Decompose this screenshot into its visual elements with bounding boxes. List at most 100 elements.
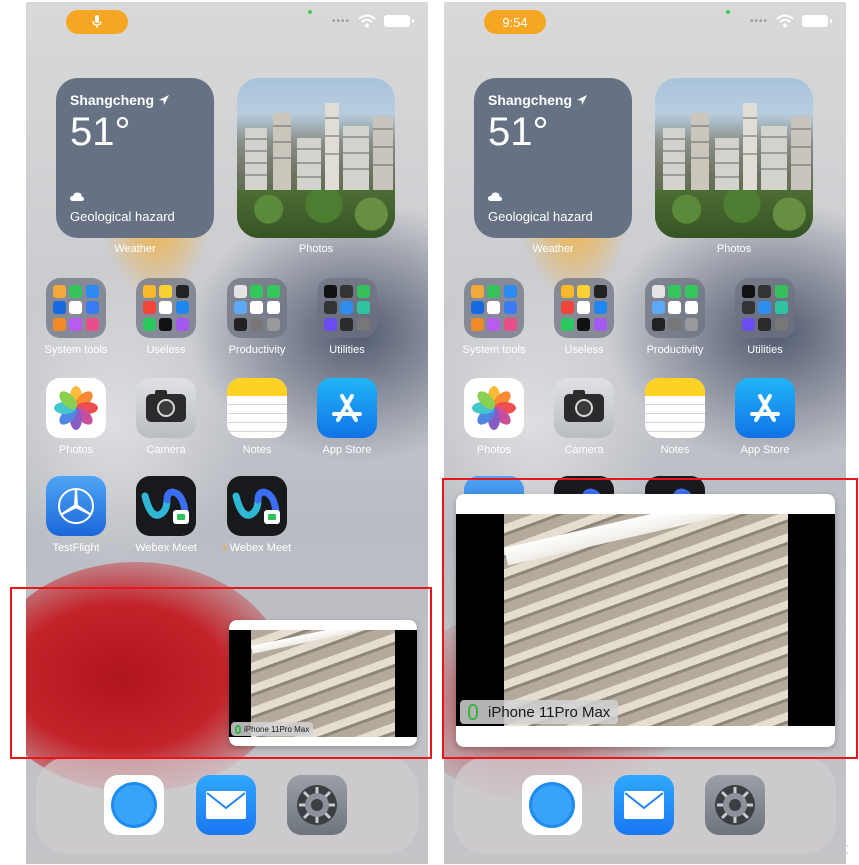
camera-in-use-indicator — [726, 10, 730, 14]
app-webex-meet[interactable]: Webex Meet — [127, 476, 205, 554]
folder-label: Useless — [146, 344, 186, 356]
photos-widget[interactable] — [655, 78, 813, 238]
microphone-icon — [92, 15, 102, 28]
app-label: App Store — [322, 444, 372, 456]
app-photos[interactable]: Photos — [455, 378, 533, 456]
folder-utilities[interactable]: Utilities — [308, 278, 386, 356]
update-dot: • — [222, 542, 230, 554]
webex-meet-icon — [136, 476, 196, 536]
folder-icon — [227, 278, 287, 338]
edge-artifact: · · — [846, 843, 849, 857]
folder-icon — [645, 278, 705, 338]
settings-icon[interactable] — [287, 775, 347, 835]
folder-label: System tools — [44, 344, 108, 356]
dock — [36, 757, 418, 854]
app-label: TestFlight — [52, 542, 100, 554]
signal-dots-icon: •••• — [749, 15, 768, 27]
app-label: Photos — [476, 444, 512, 456]
status-bar-right: •••• — [749, 14, 832, 28]
app-label: Notes — [242, 444, 272, 456]
battery-icon — [802, 15, 832, 27]
folder-icon — [554, 278, 614, 338]
photos-widget-label: Photos — [716, 243, 752, 255]
folder-icon — [46, 278, 106, 338]
app-label: Camera — [564, 444, 604, 456]
folder-useless[interactable]: Useless — [127, 278, 205, 356]
photos-widget[interactable] — [237, 78, 395, 238]
photos-icon — [464, 378, 524, 438]
weather-widget[interactable]: Shangcheng 51° Geological hazard — [56, 78, 214, 238]
app-webex-meet-2[interactable]: • Webex Meet — [218, 476, 296, 554]
folder-label: Useless — [564, 344, 604, 356]
folder-label: Productivity — [228, 344, 286, 356]
folder-productivity[interactable]: Productivity — [218, 278, 296, 356]
notes-icon — [227, 378, 287, 438]
weather-condition: Geological hazard — [488, 209, 593, 224]
weather-condition: Geological hazard — [70, 209, 175, 224]
app-notes[interactable]: Notes — [218, 378, 296, 456]
folder-icon — [735, 278, 795, 338]
app-label: Webex Meet — [135, 542, 197, 554]
weather-widget-label: Weather — [114, 243, 156, 255]
wifi-icon — [776, 14, 794, 28]
folder-label: Utilities — [329, 344, 365, 356]
webex-meet-icon — [227, 476, 287, 536]
app-store-icon — [317, 378, 377, 438]
app-camera[interactable]: Camera — [545, 378, 623, 456]
weather-temperature: 51° — [70, 110, 131, 154]
safari-icon[interactable] — [104, 775, 164, 835]
location-arrow-icon — [577, 95, 588, 105]
location-arrow-icon — [159, 95, 170, 105]
app-camera[interactable]: Camera — [127, 378, 205, 456]
folder-useless[interactable]: Useless — [545, 278, 623, 356]
microphone-status-pill[interactable] — [66, 10, 128, 34]
app-label: App Store — [740, 444, 790, 456]
safari-icon[interactable] — [522, 775, 582, 835]
app-store-icon — [735, 378, 795, 438]
folder-system-tools[interactable]: System tools — [37, 278, 115, 356]
weather-city: Shangcheng — [488, 92, 573, 108]
folder-icon — [136, 278, 196, 338]
photos-widget-label: Photos — [298, 243, 334, 255]
folder-system-tools[interactable]: System tools — [455, 278, 533, 356]
cloud-icon — [70, 192, 84, 201]
app-app-store[interactable]: App Store — [726, 378, 804, 456]
folder-productivity[interactable]: Productivity — [636, 278, 714, 356]
app-label: Notes — [660, 444, 690, 456]
app-label: Photos — [58, 444, 94, 456]
highlight-box-right — [442, 478, 858, 759]
folder-label: System tools — [462, 344, 526, 356]
folder-icon — [317, 278, 377, 338]
mail-icon[interactable] — [196, 775, 256, 835]
notes-icon — [645, 378, 705, 438]
mail-icon[interactable] — [614, 775, 674, 835]
weather-temperature: 51° — [488, 110, 549, 154]
testflight-icon — [46, 476, 106, 536]
highlight-box-left — [10, 587, 432, 759]
signal-dots-icon: •••• — [331, 15, 350, 27]
app-notes[interactable]: Notes — [636, 378, 714, 456]
camera-icon — [136, 378, 196, 438]
folder-utilities[interactable]: Utilities — [726, 278, 804, 356]
battery-icon — [384, 15, 414, 27]
weather-city: Shangcheng — [70, 92, 155, 108]
folder-label: Utilities — [747, 344, 783, 356]
wifi-icon — [358, 14, 376, 28]
weather-widget-label: Weather — [532, 243, 574, 255]
app-testflight[interactable]: TestFlight — [37, 476, 115, 554]
camera-icon — [554, 378, 614, 438]
app-label-text: Webex Meet — [229, 542, 292, 554]
photos-icon — [46, 378, 106, 438]
folder-label: Productivity — [646, 344, 704, 356]
status-bar-right: •••• — [331, 14, 414, 28]
app-app-store[interactable]: App Store — [308, 378, 386, 456]
app-label: • Webex Meet — [218, 542, 296, 554]
settings-icon[interactable] — [705, 775, 765, 835]
app-label: Camera — [146, 444, 186, 456]
status-time-pill[interactable]: 9:54 — [484, 10, 546, 34]
cloud-icon — [488, 192, 502, 201]
dock — [454, 757, 836, 854]
weather-widget[interactable]: Shangcheng 51° Geological hazard — [474, 78, 632, 238]
app-photos[interactable]: Photos — [37, 378, 115, 456]
folder-icon — [464, 278, 524, 338]
